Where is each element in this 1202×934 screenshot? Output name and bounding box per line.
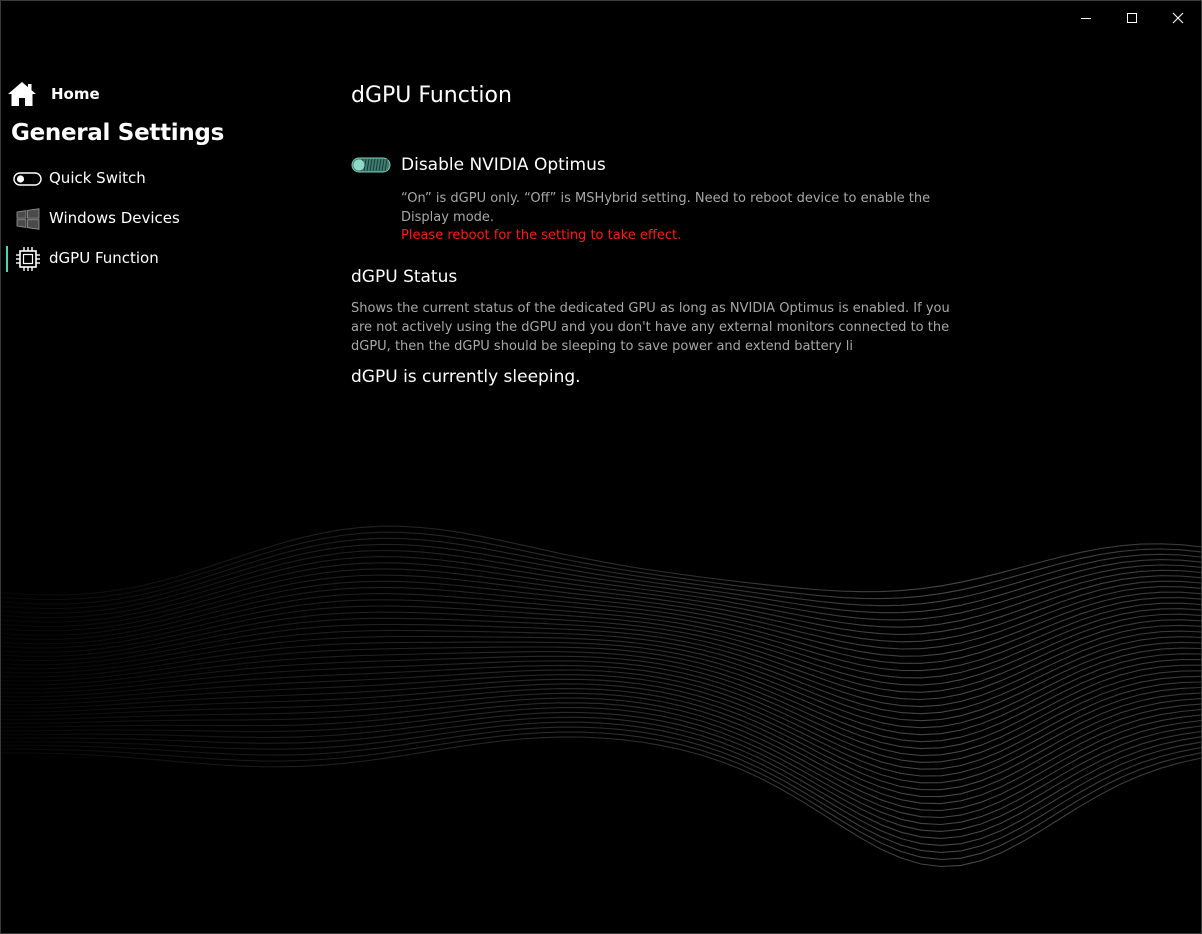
gpu-chip-icon xyxy=(13,247,43,271)
dgpu-status-value: dGPU is currently sleeping. xyxy=(351,367,581,387)
app-window: Home General Settings Quick Switch Windo… xyxy=(0,0,1202,934)
windows-logo-icon xyxy=(13,208,43,230)
home-label: Home xyxy=(51,85,100,103)
dgpu-status-heading: dGPU Status xyxy=(351,267,458,287)
sidebar-item-quick-switch[interactable]: Quick Switch xyxy=(1,159,311,199)
sidebar-item-dgpu-function[interactable]: dGPU Function xyxy=(1,239,311,279)
close-icon xyxy=(1172,12,1184,24)
wave-line xyxy=(1,605,1201,686)
sidebar-item-label: dGPU Function xyxy=(49,249,159,267)
optimus-description: “On” is dGPU only. “Off” is MSHybrid set… xyxy=(401,191,931,225)
sidebar-item-windows-devices[interactable]: Windows Devices xyxy=(1,199,311,239)
optimus-setting: Disable NVIDIA Optimus xyxy=(351,155,606,175)
home-link[interactable]: Home xyxy=(7,81,100,107)
optimus-toggle[interactable] xyxy=(351,156,391,174)
minimize-icon xyxy=(1081,18,1091,19)
maximize-icon xyxy=(1127,13,1137,23)
main-content: dGPU Function Disable NVIDIA Optimus “On… xyxy=(351,1,971,421)
close-button[interactable] xyxy=(1155,1,1201,35)
sidebar-item-label: Windows Devices xyxy=(49,209,180,227)
minimize-button[interactable] xyxy=(1063,1,1109,35)
optimus-label: Disable NVIDIA Optimus xyxy=(401,155,606,175)
toggle-switch-icon xyxy=(13,168,43,190)
maximize-button[interactable] xyxy=(1109,1,1155,35)
sidebar-item-label: Quick Switch xyxy=(49,169,146,187)
reboot-warning: Please reboot for the setting to take ef… xyxy=(401,228,682,243)
section-title: General Settings xyxy=(11,120,224,146)
dgpu-status-description: Shows the current status of the dedicate… xyxy=(351,301,950,354)
title-bar xyxy=(1063,1,1201,35)
page-title: dGPU Function xyxy=(351,83,512,108)
home-icon xyxy=(8,82,36,106)
